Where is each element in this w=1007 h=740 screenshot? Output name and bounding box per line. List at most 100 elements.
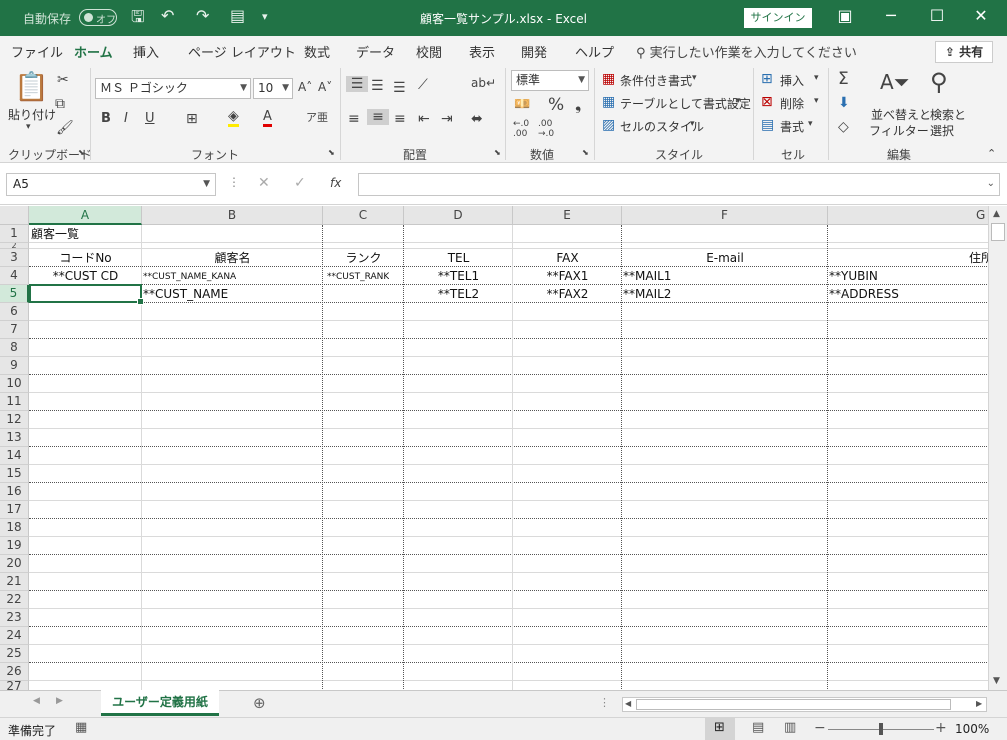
sheet-tab-active[interactable]: ユーザー定義用紙 [101, 690, 219, 716]
fill-color-icon[interactable]: ◈ [228, 109, 239, 127]
row-header[interactable]: 23 [0, 609, 29, 627]
row-header[interactable]: 21 [0, 573, 29, 591]
chevron-down-icon[interactable]: ▾ [690, 119, 695, 129]
chevron-down-icon[interactable]: ▾ [692, 73, 697, 83]
format-as-table-button[interactable]: テーブルとして書式設定 [620, 95, 751, 112]
next-sheet-icon[interactable]: ▶ [56, 696, 63, 706]
row-header[interactable]: 8 [0, 339, 29, 357]
active-cell-a5[interactable] [29, 284, 144, 305]
row-header[interactable]: 18 [0, 519, 29, 537]
row-header[interactable]: 19 [0, 537, 29, 555]
align-right-icon[interactable]: ≡ [394, 111, 406, 127]
paste-icon[interactable]: 📋 [14, 70, 49, 103]
collapse-ribbon-icon[interactable]: ⌃ [987, 147, 996, 160]
cell-b5[interactable]: **CUST_NAME [143, 286, 228, 302]
row-header[interactable]: 3 [0, 249, 29, 267]
borders-icon[interactable]: ⊞ [186, 111, 198, 127]
row-header[interactable]: 12 [0, 411, 29, 429]
scroll-up-icon[interactable]: ▲ [993, 209, 1000, 219]
row-header[interactable]: 14 [0, 447, 29, 465]
ribbon-display-icon[interactable]: ▣ [830, 6, 860, 25]
redo-icon[interactable]: ↷ [196, 6, 209, 25]
close-icon[interactable]: ✕ [966, 6, 996, 25]
row-header[interactable]: 26 [0, 663, 29, 681]
vertical-scrollbar[interactable]: ▲ ▼ [988, 206, 1007, 690]
row-header[interactable]: 20 [0, 555, 29, 573]
decrease-indent-icon[interactable]: ⇤ [418, 111, 430, 127]
cell-d5[interactable]: **TEL2 [404, 286, 513, 302]
customize-qat-icon[interactable]: ▾ [262, 10, 268, 23]
cell-g4[interactable]: **YUBIN [829, 268, 878, 284]
row-header[interactable]: 7 [0, 321, 29, 339]
align-center-icon[interactable]: ≡ [367, 109, 389, 125]
column-header-g[interactable]: G [828, 206, 988, 225]
row-header[interactable]: 4 [0, 267, 29, 285]
chevron-down-icon[interactable]: ▾ [814, 73, 819, 83]
select-all-corner[interactable] [0, 206, 29, 225]
phonetic-icon[interactable]: ア亜 [306, 109, 328, 125]
format-cells-button[interactable]: 書式 [780, 118, 804, 135]
cell-e5[interactable]: **FAX2 [513, 286, 622, 302]
row-header[interactable]: 24 [0, 627, 29, 645]
align-middle-icon[interactable]: ☰ [371, 78, 384, 94]
tab-help[interactable]: ヘルプ [575, 42, 614, 61]
cell-c4[interactable]: **CUST_RANK [327, 269, 389, 285]
cell-c3[interactable]: ランク [323, 250, 404, 266]
save-icon[interactable]: 🖫 [131, 6, 145, 33]
row-header[interactable]: 11 [0, 393, 29, 411]
cell-f3[interactable]: E-mail [622, 250, 828, 266]
cell-e4[interactable]: **FAX1 [513, 268, 622, 284]
share-button[interactable]: ⇪ 共有 [935, 41, 993, 63]
row-header[interactable]: 15 [0, 465, 29, 483]
italic-icon[interactable]: I [124, 111, 128, 126]
tab-review[interactable]: 校閲 [416, 42, 442, 61]
fill-icon[interactable]: ⬇ [838, 95, 850, 111]
cell-b3[interactable]: 顧客名 [142, 250, 323, 266]
row-header[interactable]: 13 [0, 429, 29, 447]
row-header[interactable]: 22 [0, 591, 29, 609]
number-format-select[interactable]: 標準 ▼ [511, 70, 589, 91]
chevron-down-icon[interactable]: ▾ [808, 119, 813, 129]
cell-a1[interactable]: 顧客一覧 [31, 226, 79, 242]
tab-home[interactable]: ホーム [74, 42, 113, 67]
autosave-toggle[interactable]: オフ [79, 9, 117, 26]
align-left-icon[interactable]: ≡ [348, 111, 360, 127]
add-sheet-icon[interactable]: ⊕ [253, 694, 266, 712]
page-layout-view-icon[interactable]: ▤ [752, 720, 764, 735]
worksheet-grid[interactable]: A B C D E F G 1 2 3 4 5 6 7 8 9 10 11 12… [0, 206, 988, 690]
format-painter-icon[interactable]: 🖌 [56, 120, 74, 136]
orientation-icon[interactable]: ⟋ [418, 77, 428, 93]
cell-d4[interactable]: **TEL1 [404, 268, 513, 284]
column-header-e[interactable]: E [513, 206, 622, 225]
tab-insert[interactable]: 挿入 [133, 42, 159, 61]
tab-formulas[interactable]: 数式 [304, 42, 330, 61]
cut-icon[interactable]: ✂ [57, 72, 69, 88]
font-name-select[interactable]: ＭＳ Ｐゴシック ▼ [95, 78, 251, 99]
column-header-b[interactable]: B [142, 206, 323, 225]
cell-g3[interactable]: 住所 [828, 250, 988, 266]
normal-view-button[interactable]: ⊞ [705, 718, 735, 740]
find-select-line1[interactable]: 検索と [930, 106, 966, 123]
undo-icon[interactable]: ↶ [161, 6, 174, 25]
cell-a4[interactable]: **CUST CD [29, 268, 142, 284]
underline-icon[interactable]: U [145, 111, 155, 126]
alignment-launcher-icon[interactable]: ⬊ [494, 148, 501, 157]
decrease-decimal-icon[interactable]: .00 →.0 [538, 119, 554, 139]
decrease-font-icon[interactable]: A˅ [318, 80, 332, 94]
increase-indent-icon[interactable]: ⇥ [441, 111, 453, 127]
prev-sheet-icon[interactable]: ◀ [33, 696, 40, 706]
find-select-line2[interactable]: 選択 [930, 122, 954, 139]
paste-label[interactable]: 貼り付け [8, 106, 56, 123]
scroll-down-icon[interactable]: ▼ [993, 676, 1000, 686]
column-header-f[interactable]: F [622, 206, 828, 225]
horizontal-scrollbar[interactable]: ◀ ▶ [622, 697, 987, 712]
increase-font-icon[interactable]: A˄ [298, 80, 312, 94]
signin-button[interactable]: サインイン [744, 8, 812, 28]
align-bottom-icon[interactable]: ☰ [393, 80, 406, 96]
tab-developer[interactable]: 開発 [521, 42, 547, 61]
chevron-down-icon[interactable]: ▾ [736, 96, 741, 106]
cell-f4[interactable]: **MAIL1 [623, 268, 671, 284]
increase-decimal-icon[interactable]: ←.0.00 [513, 119, 529, 139]
column-header-c[interactable]: C [323, 206, 404, 225]
row-header[interactable]: 27 [0, 681, 29, 690]
